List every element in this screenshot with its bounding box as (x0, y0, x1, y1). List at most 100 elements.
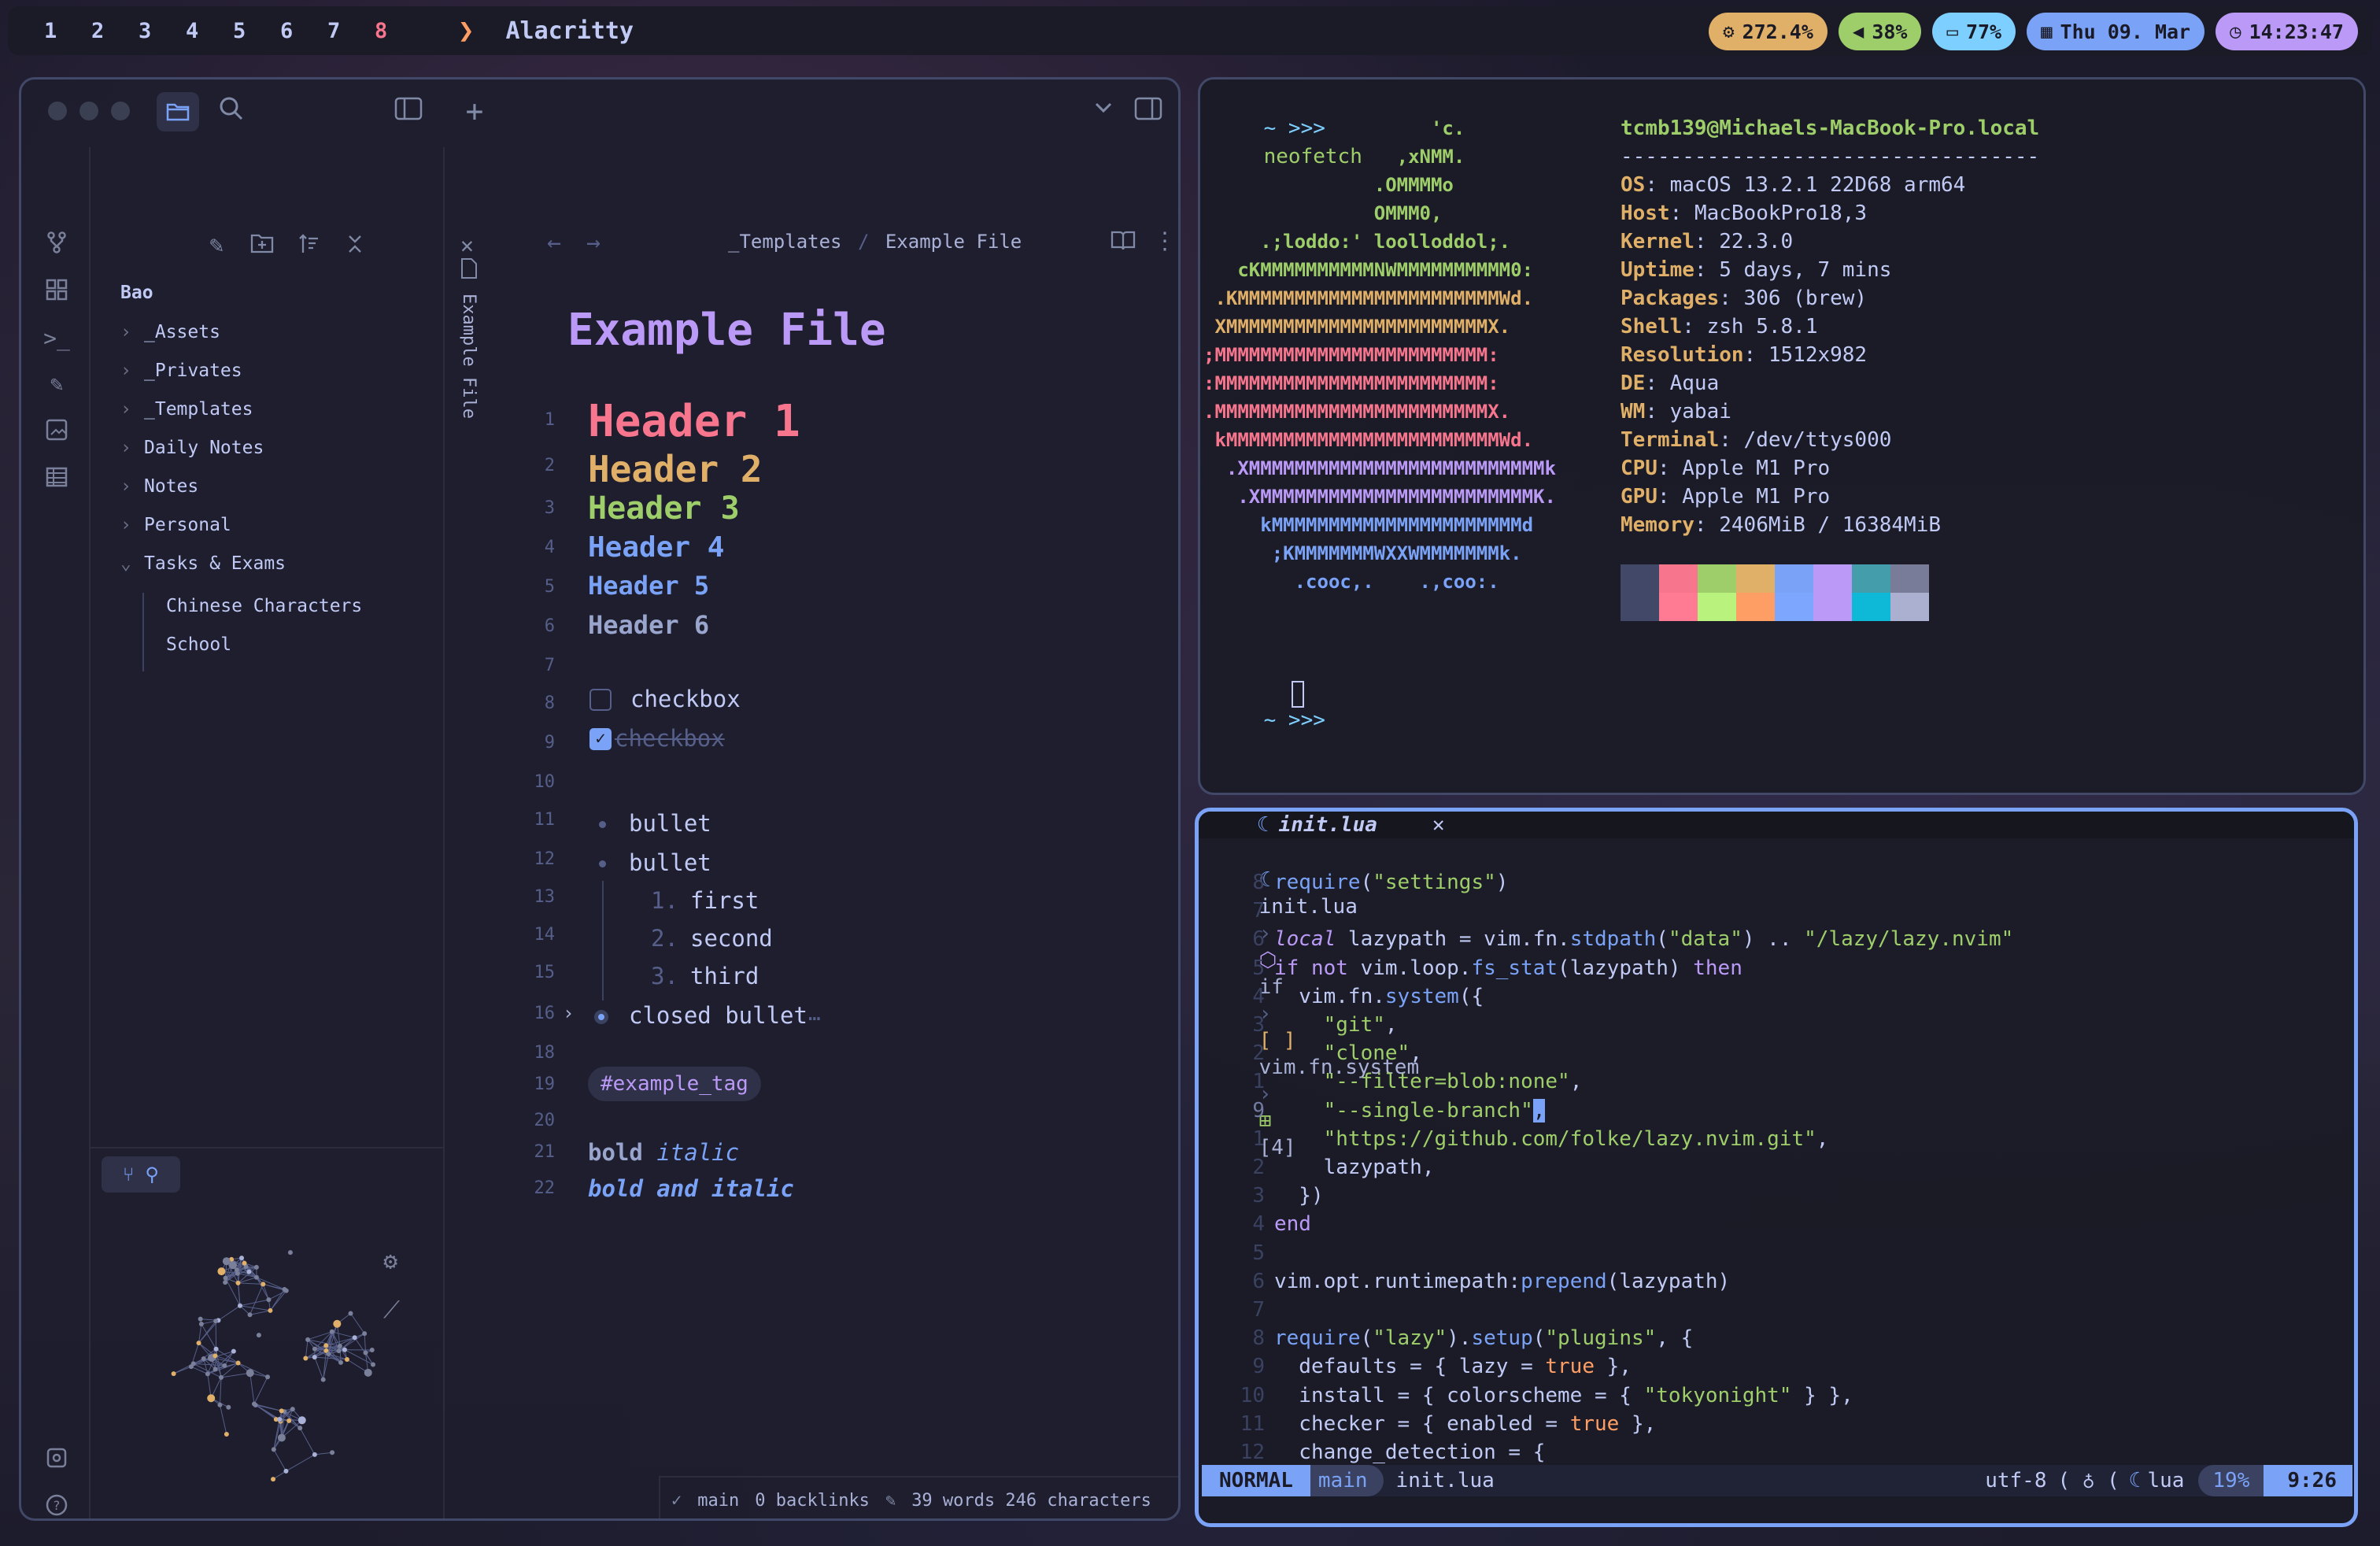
code-line[interactable]: 9 defaults = { lazy = true }, (1199, 1352, 1632, 1381)
new-folder-button[interactable] (246, 232, 278, 261)
tree-folder[interactable]: › Daily Notes (120, 438, 264, 458)
collapse-all-button[interactable] (339, 232, 371, 262)
header-4[interactable]: Header 4 (588, 531, 724, 564)
backlinks-count[interactable]: 0 backlinks (755, 1491, 870, 1511)
header-3[interactable]: Header 3 (588, 490, 740, 527)
vault-switch-button[interactable] (43, 1446, 70, 1473)
tree-folder[interactable]: › _Assets (120, 322, 220, 342)
close-window-button[interactable] (48, 102, 67, 120)
code-line[interactable]: 10 install = { colorscheme = { "tokyonig… (1199, 1381, 1853, 1410)
toggle-sidebar-button[interactable] (394, 97, 426, 128)
code-line[interactable]: 6 local lazypath = vim.fn.stdpath("data")… (1199, 925, 2013, 953)
code-line[interactable]: 5 (1199, 1239, 1274, 1267)
code-line[interactable]: 8 require("settings") (1199, 868, 1508, 897)
terminal-neovim[interactable]: ☾ init.lua ✕ ☾ init.lua › ⬡ if › [ ] vim… (1195, 808, 2358, 1527)
close-tab-button[interactable]: ✕ (460, 232, 474, 258)
closed-bullet[interactable]: closed bullet (629, 1002, 808, 1029)
back-button[interactable]: ← (547, 229, 561, 257)
fold-chevron-icon[interactable]: › (563, 1002, 574, 1024)
code-line[interactable]: 6 vim.opt.runtimepath:prepend(lazypath) (1199, 1267, 1730, 1296)
breadcrumb-folder[interactable]: _Templates (728, 231, 842, 253)
workspace-2[interactable]: 2 (91, 19, 139, 43)
bullet-item[interactable]: bullet (629, 849, 711, 876)
status-pill[interactable]: ◀ 38% (1838, 13, 1922, 50)
header-1[interactable]: Header 1 (588, 396, 800, 447)
forward-button[interactable]: → (586, 229, 601, 257)
graph-tab[interactable]: ⑂ ⚲ (102, 1156, 180, 1193)
workspace-8-active[interactable]: 8 (375, 19, 422, 43)
code-line[interactable]: 5 if not vim.loop.fs_stat(lazypath) then (1199, 954, 1743, 982)
fold-ellipsis[interactable]: … (808, 1002, 821, 1026)
note-title[interactable]: Example File (567, 305, 886, 356)
code-line[interactable]: 8 require("lazy").setup("plugins", { (1199, 1324, 1693, 1352)
bold-text[interactable]: bold italic (588, 1139, 739, 1166)
workspace-7[interactable]: 7 (327, 19, 375, 43)
tree-folder[interactable]: › _Privates (120, 361, 242, 381)
tree-folder[interactable]: › Notes (120, 476, 198, 497)
local-graph[interactable] (122, 1207, 421, 1506)
checkbox-label[interactable]: checkbox (630, 686, 741, 712)
code-line[interactable]: 2 lazypath, (1199, 1153, 1434, 1182)
code-line[interactable]: 1 "https://github.com/folke/lazy.nvim.gi… (1199, 1125, 1828, 1153)
tree-folder[interactable]: › Personal (120, 515, 231, 535)
workspace-4[interactable]: 4 (186, 19, 233, 43)
code-line[interactable]: 7 (1199, 1296, 1274, 1324)
ordered-item[interactable]: second (690, 925, 773, 952)
reading-view-button[interactable] (1111, 229, 1137, 256)
code-line[interactable]: 11 checker = { enabled = true }, (1199, 1410, 1657, 1438)
checkbox-checked[interactable]: ✓ (589, 728, 612, 750)
header-5[interactable]: Header 5 (588, 571, 709, 601)
workspace-6[interactable]: 6 (280, 19, 327, 43)
code-line[interactable]: 3 }) (1199, 1182, 1323, 1210)
workspace-5[interactable]: 5 (233, 19, 280, 43)
tree-file[interactable]: Chinese Characters (166, 596, 362, 616)
status-pill[interactable]: ◷ 14:23:47 (2216, 13, 2358, 50)
header-2[interactable]: Header 2 (588, 448, 763, 490)
checkbox-unchecked[interactable] (589, 689, 612, 711)
search-button[interactable] (218, 95, 253, 130)
code-line[interactable]: 3 "git", (1199, 1011, 1397, 1039)
help-button[interactable]: ? (43, 1493, 70, 1518)
status-pill[interactable]: ⚙ 272.4% (1709, 13, 1828, 50)
toggle-right-sidebar-button[interactable] (1134, 97, 1166, 128)
minimize-window-button[interactable] (79, 102, 98, 120)
code-line[interactable]: 4 end (1199, 1210, 1311, 1238)
ordered-item[interactable]: first (690, 887, 759, 914)
templates-button[interactable]: ✎ (43, 371, 70, 398)
terminal-neofetch[interactable]: ~ >>> neofetch 'c. ,xNMM. .OMMMMo OMMM0,… (1198, 77, 2366, 795)
bullet-item[interactable]: bullet (629, 810, 711, 837)
close-buffer-button[interactable]: ✕ (1432, 813, 1445, 837)
canvas-button[interactable] (43, 278, 70, 305)
tree-folder[interactable]: › _Templates (120, 399, 253, 420)
code-line[interactable]: 2 "clone", (1199, 1039, 1422, 1067)
code-line[interactable]: 1 "--filter=blob:none", (1199, 1067, 1582, 1096)
status-pill[interactable]: ▦ Thu 09. Mar (2027, 13, 2205, 50)
buffer-tab-active[interactable]: ☾ init.lua ✕ (1246, 812, 1474, 838)
header-6[interactable]: Header 6 (588, 610, 709, 640)
code-line[interactable]: 4 vim.fn.system({ (1199, 982, 1484, 1011)
graph-view-button[interactable] (43, 231, 70, 257)
code-line[interactable]: 12 change_detection = { (1199, 1438, 1546, 1466)
new-tab-button[interactable]: + (459, 94, 490, 128)
vertical-tab[interactable]: Example File (459, 257, 486, 419)
code-buffer[interactable]: 8 require("settings") 7 6 local lazypath = v… (1199, 868, 2354, 1474)
git-branch-label[interactable]: main (697, 1491, 739, 1511)
sort-button[interactable] (294, 232, 325, 262)
image-button[interactable] (43, 418, 70, 445)
new-note-button[interactable]: ✎ (201, 232, 232, 259)
tree-folder[interactable]: ⌄ Tasks & Exams (120, 553, 286, 574)
command-palette-button[interactable]: >_ (43, 325, 70, 352)
tree-file[interactable]: School (166, 634, 231, 655)
checkbox-done-label[interactable]: checkbox (615, 725, 725, 752)
workspace-3[interactable]: 3 (139, 19, 186, 43)
tag-pill[interactable]: #example_tag (588, 1067, 761, 1101)
ordered-item[interactable]: third (690, 963, 759, 989)
file-explorer-button[interactable] (157, 92, 199, 131)
table-button[interactable] (43, 465, 70, 492)
more-options-button[interactable]: ⋮ (1153, 227, 1177, 255)
code-line-current[interactable]: 9 "--single-branch", (1199, 1097, 1546, 1125)
vault-name[interactable]: Bao (120, 283, 153, 303)
code-line[interactable]: 7 (1199, 897, 1274, 925)
status-pill[interactable]: ▭ 77% (1932, 13, 2016, 50)
workspace-1[interactable]: 1 (44, 19, 91, 43)
